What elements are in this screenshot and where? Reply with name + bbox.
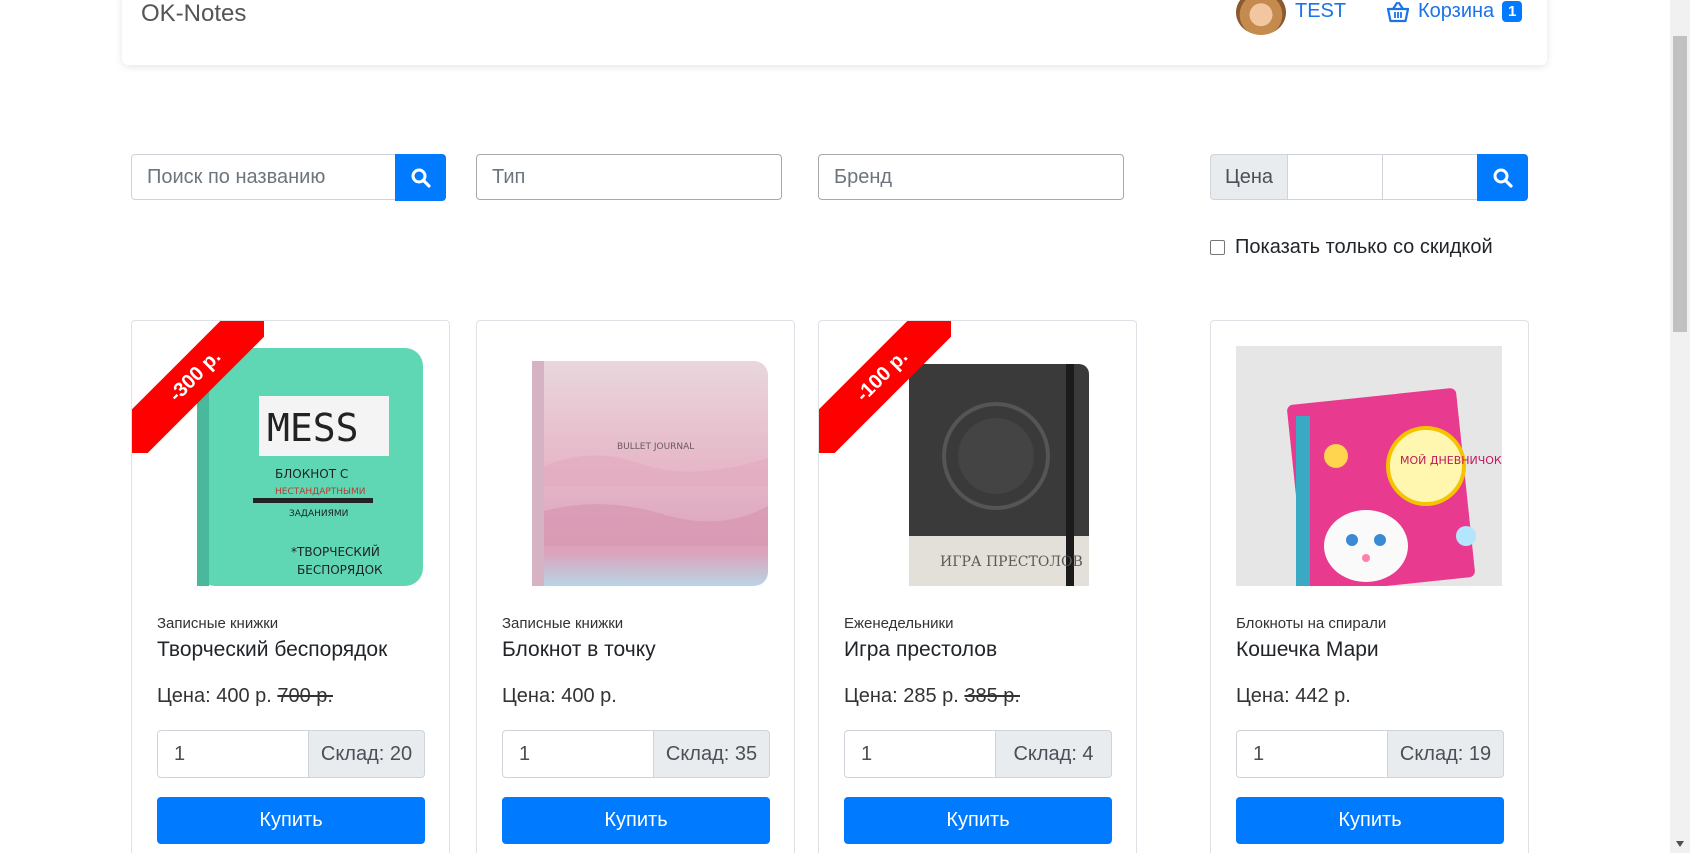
product-title[interactable]: Блокнот в точку: [502, 638, 656, 662]
price-current: Цена: 442 р.: [1236, 685, 1351, 707]
buy-button[interactable]: Купить: [844, 797, 1112, 844]
p3-cover-title: ИГРА ПРЕСТОЛОВ: [940, 554, 1083, 570]
search-button[interactable]: [395, 154, 446, 201]
product-card: МОЙ ДНЕВНИЧОК Блокноты на спирали Кошечк…: [1210, 320, 1529, 853]
product-card: BULLET JOURNAL Записные книжки Блокнот в…: [476, 320, 795, 853]
type-filter-input[interactable]: Тип: [476, 154, 782, 200]
stock-label: Склад: 19: [1387, 730, 1504, 778]
scrollbar-thumb[interactable]: [1673, 36, 1687, 332]
quantity-input[interactable]: 1: [844, 730, 996, 778]
p1-cover-sub1: БЛОКНОТ С: [275, 467, 348, 481]
price-search-button[interactable]: [1477, 154, 1528, 201]
type-placeholder: Тип: [492, 165, 526, 188]
p1-cover-sub5: БЕСПОРЯДОК: [297, 563, 383, 577]
user-profile-link[interactable]: TEST: [1295, 0, 1346, 23]
discount-checkbox[interactable]: [1210, 240, 1225, 255]
product-price: Цена: 400 р. 700 р.: [157, 685, 333, 708]
buy-button[interactable]: Купить: [502, 797, 770, 844]
quantity-input[interactable]: 1: [157, 730, 309, 778]
product-category: Записные книжки: [502, 615, 624, 632]
stock-label: Склад: 20: [308, 730, 425, 778]
price-label: Цена: [1210, 154, 1288, 200]
discount-label: Показать только со скидкой: [1235, 236, 1493, 258]
quantity-group: 1 Склад: 35: [502, 730, 770, 778]
price-old: 385 р.: [964, 685, 1020, 707]
price-current: Цена: 400 р.: [502, 685, 617, 707]
cart-label: Корзина: [1418, 0, 1495, 22]
product-category: Блокноты на спирали: [1236, 615, 1387, 632]
price-old: 700 р.: [277, 685, 333, 707]
product-card: ИГРА ПРЕСТОЛОВ -100 р. Еженедельники Игр…: [818, 320, 1137, 853]
product-image[interactable]: МОЙ ДНЕВНИЧОК: [1236, 346, 1502, 586]
p1-cover-title: MESS: [267, 406, 359, 450]
product-price: Цена: 285 р. 385 р.: [844, 685, 1020, 708]
product-price: Цена: 442 р.: [1236, 685, 1351, 708]
search-input[interactable]: Поиск по названию: [131, 154, 396, 200]
price-from-input[interactable]: [1288, 154, 1383, 200]
page-scrollbar[interactable]: [1670, 0, 1690, 853]
product-title[interactable]: Творческий беспорядок: [157, 638, 387, 662]
product-category: Еженедельники: [844, 615, 954, 632]
price-to-input[interactable]: [1383, 154, 1478, 200]
product-category: Записные книжки: [157, 615, 279, 632]
p4-cover-title: МОЙ ДНЕВНИЧОК: [1400, 454, 1502, 467]
stock-label: Склад: 4: [995, 730, 1112, 778]
quantity-group: 1 Склад: 20: [157, 730, 425, 778]
buy-button[interactable]: Купить: [157, 797, 425, 844]
discount-ribbon-label: -300 р.: [132, 321, 264, 453]
quantity-group: 1 Склад: 19: [1236, 730, 1504, 778]
quantity-group: 1 Склад: 4: [844, 730, 1112, 778]
user-avatar[interactable]: [1236, 0, 1286, 35]
cart-link[interactable]: Корзина 1: [1386, 0, 1523, 23]
price-current: Цена: 285 р.: [844, 685, 959, 707]
brand-logo[interactable]: OK-Notes: [141, 0, 246, 28]
product-card: MESS БЛОКНОТ С НЕСТАНДАРТНЫМИ ЗАДАНИЯМИ …: [131, 320, 450, 853]
price-current: Цена: 400 р.: [157, 685, 272, 707]
p2-cover-title: BULLET JOURNAL: [617, 442, 694, 452]
quantity-input[interactable]: 1: [502, 730, 654, 778]
stock-label: Склад: 35: [653, 730, 770, 778]
product-title[interactable]: Кошечка Мари: [1236, 638, 1379, 662]
product-image[interactable]: BULLET JOURNAL: [502, 346, 768, 586]
search-placeholder: Поиск по названию: [147, 165, 326, 188]
top-navbar: OK-Notes TEST Корзина 1: [122, 0, 1547, 65]
discount-filter[interactable]: Показать только со скидкой: [1210, 236, 1493, 259]
brand-filter-input[interactable]: Бренд: [818, 154, 1124, 200]
quantity-input[interactable]: 1: [1236, 730, 1388, 778]
scroll-down-arrow-icon[interactable]: [1676, 841, 1684, 847]
search-icon: [1493, 168, 1513, 188]
cart-count-badge: 1: [1502, 1, 1523, 22]
product-title[interactable]: Игра престолов: [844, 638, 997, 662]
product-price: Цена: 400 р.: [502, 685, 617, 708]
p1-cover-sub2: НЕСТАНДАРТНЫМИ: [275, 487, 365, 497]
buy-button[interactable]: Купить: [1236, 797, 1504, 844]
basket-icon: [1386, 1, 1410, 22]
p1-cover-sub4: *ТВОРЧЕСКИЙ: [291, 544, 380, 559]
discount-ribbon-label: -100 р.: [819, 321, 951, 453]
search-icon: [411, 168, 431, 188]
brand-placeholder: Бренд: [834, 165, 893, 188]
discount-ribbon: -300 р.: [132, 321, 264, 453]
p1-cover-sub3: ЗАДАНИЯМИ: [289, 509, 348, 519]
discount-ribbon: -100 р.: [819, 321, 951, 453]
